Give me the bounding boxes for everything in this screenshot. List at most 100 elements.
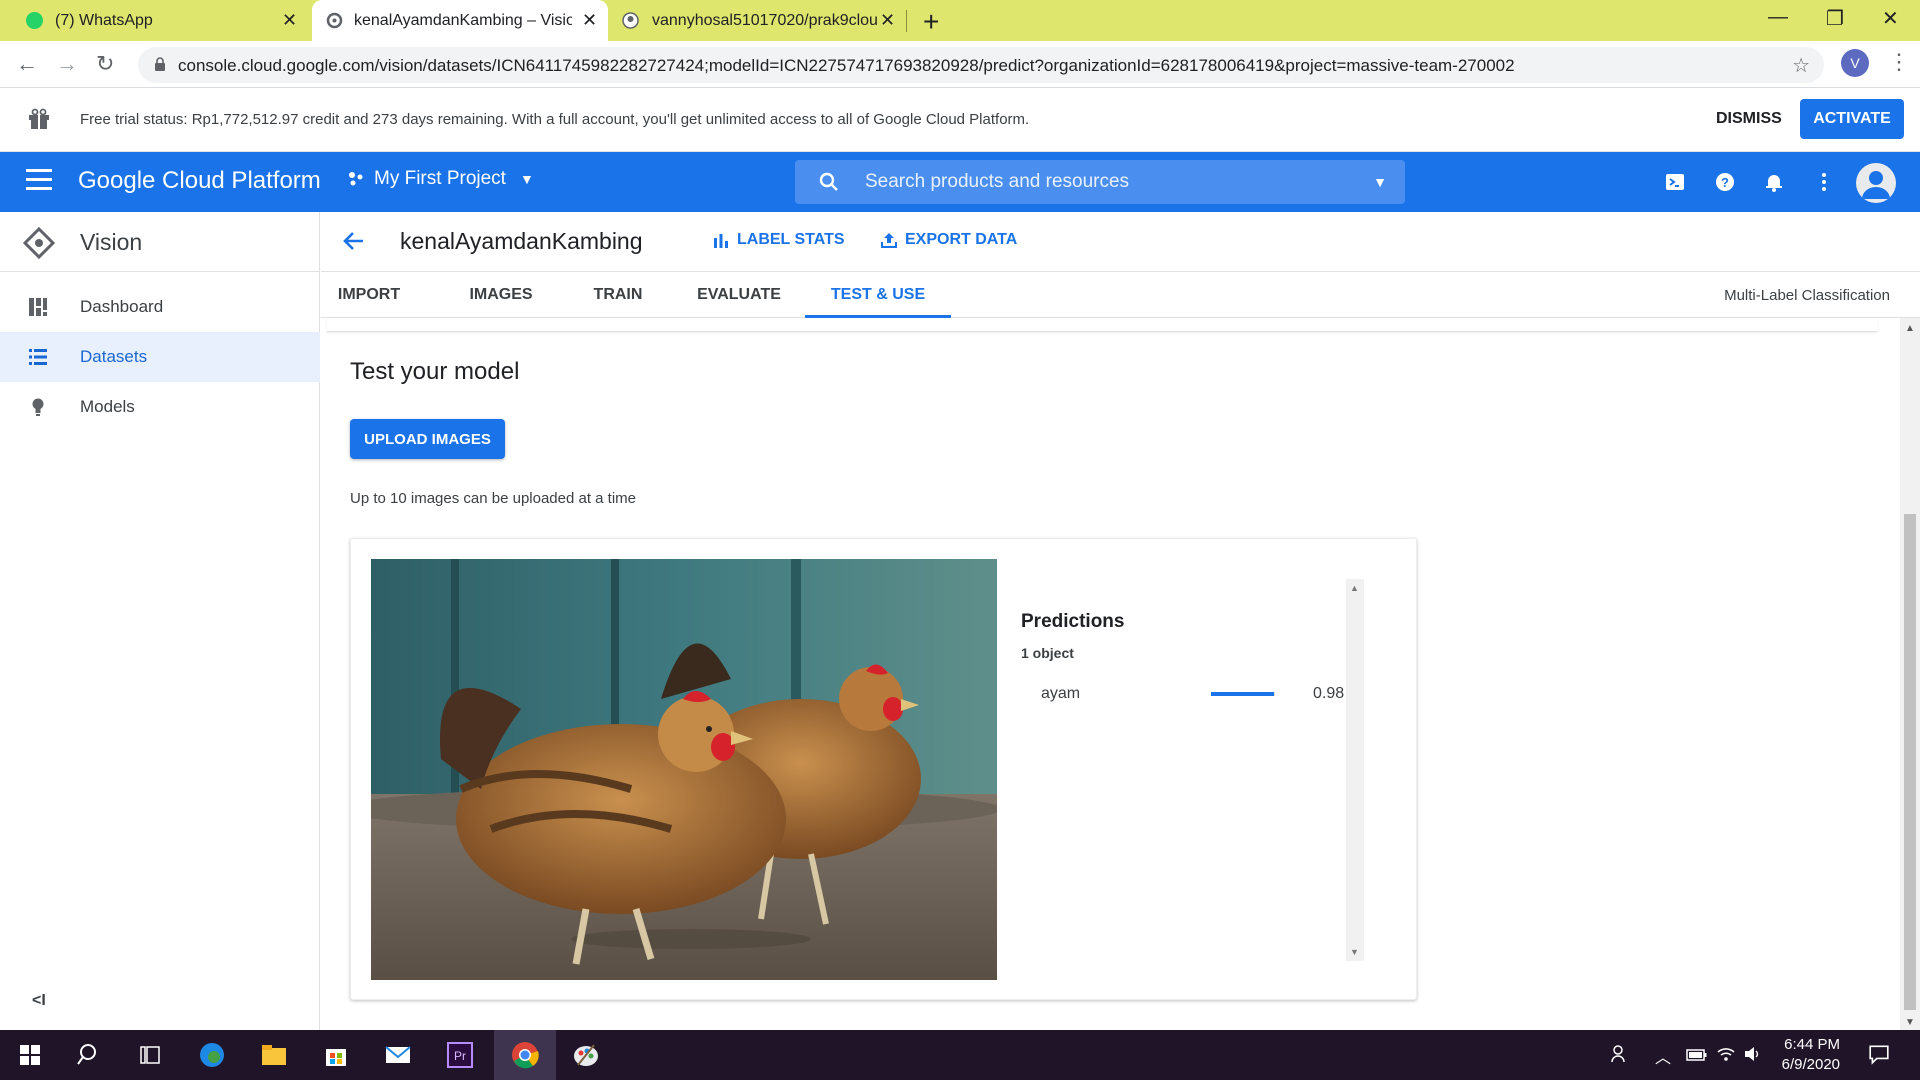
windows-start-icon[interactable]	[14, 1039, 46, 1071]
project-selector[interactable]: My First Project ▼	[346, 168, 534, 190]
predictions-scrollbar[interactable]: ▲ ▼	[1346, 579, 1364, 961]
collapsed-card-edge	[327, 318, 1877, 332]
task-view-icon[interactable]	[134, 1039, 166, 1071]
back-icon[interactable]: ←	[16, 51, 38, 77]
prediction-score: 0.98	[1313, 685, 1345, 702]
prediction-result-card: Predictions 1 object ayam 0.98 ▲ ▼	[350, 538, 1417, 1000]
prediction-label: ayam	[1041, 685, 1081, 702]
chevron-down-icon[interactable]: ▼	[1373, 174, 1387, 190]
dashboard-icon	[29, 298, 47, 316]
sidebar-item-label: Models	[80, 397, 135, 416]
predictions-count: 1 object	[1021, 645, 1074, 661]
tab-test-and-use[interactable]: TEST & USE	[805, 272, 951, 318]
cloud-shell-icon[interactable]	[1663, 170, 1687, 194]
help-icon[interactable]: ?	[1713, 170, 1737, 194]
close-tab-icon[interactable]: ✕	[582, 10, 597, 31]
search-input[interactable]: Search products and resources	[865, 171, 1129, 193]
sidebar-item-label: Datasets	[80, 347, 148, 366]
prediction-score-fill	[1211, 692, 1274, 696]
paint-app-icon[interactable]	[570, 1039, 602, 1071]
dataset-title: kenalAyamdanKambing	[400, 228, 643, 254]
gcp-brand[interactable]: Google Cloud Platform	[78, 167, 321, 195]
account-avatar[interactable]	[1856, 163, 1896, 203]
search-icon[interactable]	[74, 1039, 106, 1071]
reload-icon[interactable]: ↻	[96, 51, 114, 77]
sidebar-item-dashboard[interactable]: Dashboard	[0, 282, 320, 332]
tab-title: vannyhosal51017020/prak9cloud	[652, 12, 878, 29]
premiere-icon[interactable]: Pr	[444, 1039, 476, 1071]
tab-whatsapp[interactable]: (7) WhatsApp ✕	[0, 0, 312, 41]
collapse-sidebar-icon[interactable]: <I	[32, 992, 46, 1010]
lightbulb-icon	[32, 398, 44, 416]
edge-icon[interactable]	[196, 1039, 228, 1071]
lock-icon	[155, 57, 165, 71]
chevron-down-icon: ▼	[519, 171, 534, 187]
omnibox[interactable]: console.cloud.google.com/vision/datasets…	[138, 47, 1824, 83]
sidebar-item-models[interactable]: Models	[0, 382, 320, 432]
tab-import[interactable]: IMPORT	[321, 272, 417, 318]
predictions-panel: Predictions 1 object ayam 0.98 ▲ ▼	[1006, 579, 1411, 961]
uploaded-chicken-photo	[371, 559, 997, 980]
sidebar: Vision Dashboard Datasets Models <I	[0, 212, 320, 1030]
tab-github[interactable]: vannyhosal51017020/prak9cloud ✕	[608, 0, 908, 41]
gcp-tab-icon	[326, 12, 343, 29]
minimize-icon[interactable]: —	[1768, 6, 1788, 29]
mail-icon[interactable]	[382, 1039, 414, 1071]
tab-train[interactable]: TRAIN	[579, 272, 657, 318]
forward-icon[interactable]: →	[56, 51, 78, 77]
close-window-icon[interactable]: ✕	[1882, 6, 1899, 31]
dataset-tabs: IMPORT IMAGES TRAIN EVALUATE TEST & USE …	[321, 272, 1920, 318]
wifi-icon[interactable]	[1716, 1044, 1736, 1064]
activate-button[interactable]: ACTIVATE	[1800, 99, 1904, 139]
scroll-up-icon[interactable]: ▲	[1905, 323, 1915, 334]
chrome-icon[interactable]	[509, 1039, 541, 1071]
sidebar-item-datasets[interactable]: Datasets	[0, 332, 320, 382]
scroll-up-icon[interactable]: ▲	[1350, 583, 1359, 593]
file-explorer-icon[interactable]	[258, 1039, 290, 1071]
close-tab-icon[interactable]: ✕	[282, 10, 297, 31]
scrollbar-thumb[interactable]	[1904, 514, 1916, 1010]
profile-avatar[interactable]: V	[1841, 49, 1869, 77]
upload-images-button[interactable]: UPLOAD IMAGES	[350, 419, 505, 459]
clock-date: 6/9/2020	[1781, 1056, 1840, 1073]
gcp-header: Google Cloud Platform My First Project ▼…	[0, 152, 1920, 212]
tab-evaluate[interactable]: EVALUATE	[687, 272, 791, 318]
new-tab-icon[interactable]: +	[923, 6, 939, 38]
product-title: Vision	[80, 229, 143, 255]
sidebar-header: Vision	[0, 212, 320, 272]
tab-vision[interactable]: kenalAyamdanKambing – Vision ✕	[312, 0, 608, 41]
restore-icon[interactable]: ❐	[1826, 6, 1844, 31]
dismiss-button[interactable]: DISMISS	[1700, 100, 1798, 138]
prediction-row: ayam 0.98	[1021, 679, 1361, 709]
bookmark-star-icon[interactable]: ☆	[1792, 53, 1810, 78]
page-scrollbar[interactable]: ▲ ▼	[1900, 318, 1920, 1030]
search-box[interactable]: Search products and resources ▼	[795, 160, 1405, 204]
label-stats-button[interactable]: LABEL STATS	[713, 231, 845, 249]
export-data-button[interactable]: EXPORT DATA	[881, 231, 1017, 249]
store-icon[interactable]	[320, 1039, 352, 1071]
prediction-score-bar	[1211, 692, 1275, 696]
list-icon	[29, 349, 47, 365]
scroll-down-icon[interactable]: ▼	[1350, 947, 1359, 957]
people-icon[interactable]	[1610, 1044, 1630, 1064]
battery-icon[interactable]	[1686, 1048, 1708, 1062]
show-hidden-icons-icon[interactable]: ︿	[1655, 1044, 1671, 1068]
back-arrow-icon[interactable]	[341, 228, 367, 254]
scroll-down-icon[interactable]: ▼	[1905, 1017, 1915, 1028]
section-title: Test your model	[350, 358, 520, 385]
predictions-title: Predictions	[1021, 611, 1125, 632]
free-trial-banner: Free trial status: Rp1,772,512.97 credit…	[0, 88, 1920, 152]
more-vert-icon[interactable]	[1812, 170, 1836, 194]
notifications-center-icon[interactable]	[1868, 1043, 1890, 1065]
hamburger-menu-icon[interactable]	[26, 169, 52, 193]
notifications-icon[interactable]	[1762, 170, 1786, 194]
svg-text:Pr: Pr	[454, 1049, 466, 1063]
system-clock[interactable]: 6:44 PM 6/9/2020	[1750, 1035, 1840, 1075]
model-type-label: Multi-Label Classification	[1724, 287, 1890, 304]
tab-separator	[906, 10, 907, 32]
tab-images[interactable]: IMAGES	[455, 272, 547, 318]
export-data-label: EXPORT DATA	[905, 231, 1018, 248]
close-tab-icon[interactable]: ✕	[880, 10, 895, 31]
browser-menu-icon[interactable]: ⋮	[1888, 49, 1910, 75]
sidebar-item-label: Dashboard	[80, 297, 164, 316]
